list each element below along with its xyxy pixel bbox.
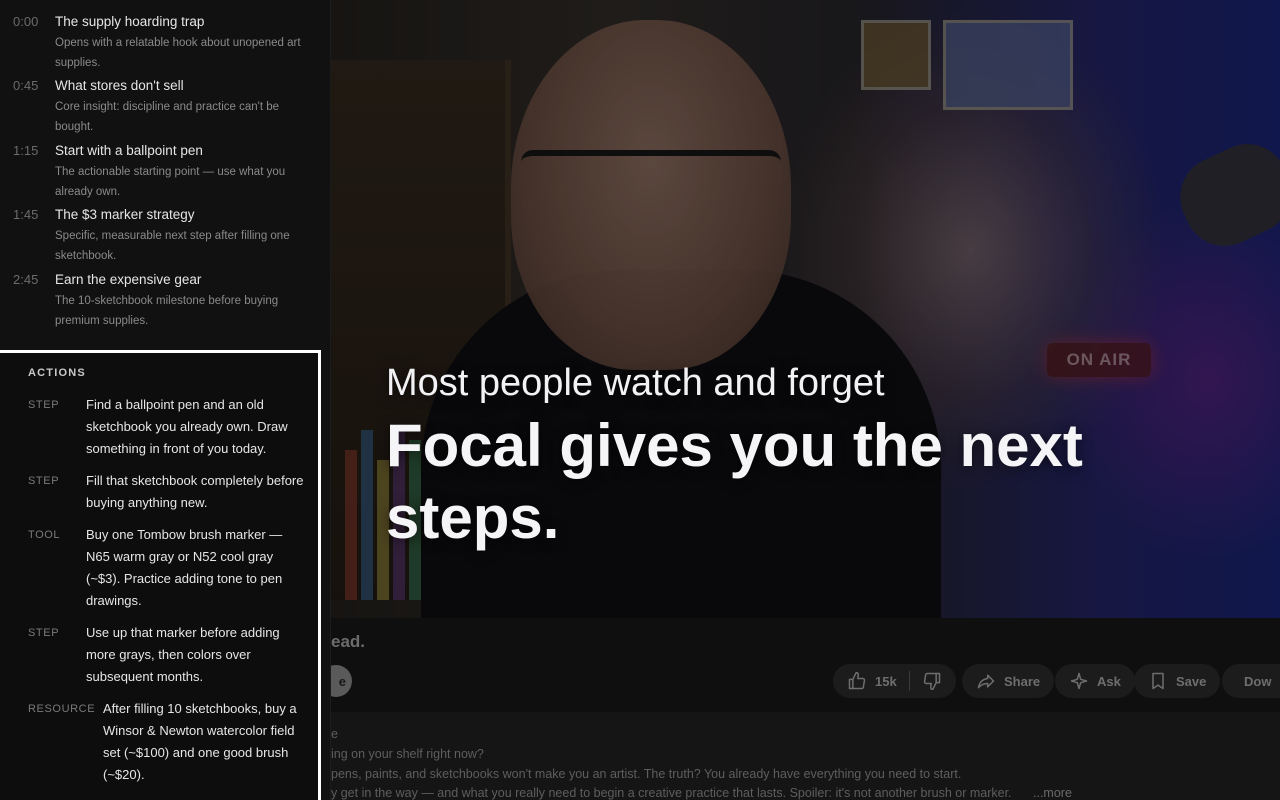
chapter-description: Specific, measurable next step after fil… bbox=[55, 230, 290, 262]
thumbs-up-icon[interactable] bbox=[847, 671, 867, 691]
thumbs-down-icon[interactable] bbox=[922, 671, 942, 691]
sidebar: 0:00 The supply hoarding trap Opens with… bbox=[0, 0, 331, 800]
chapter-description: The 10-sketchbook milestone before buyin… bbox=[55, 295, 279, 327]
chapter-title[interactable]: Earn the expensive gear bbox=[55, 272, 201, 287]
action-item-text[interactable]: Use up that marker before adding more gr… bbox=[86, 622, 306, 688]
description-line: e bbox=[331, 727, 338, 741]
video-title: ead. bbox=[331, 632, 366, 651]
action-type-label: RESOURCE bbox=[28, 703, 96, 715]
action-item-text[interactable]: Find a ballpoint pen and an old sketchbo… bbox=[86, 394, 306, 460]
description-line: y get in the way — and what you really n… bbox=[331, 786, 1012, 800]
pill-divider bbox=[908, 671, 910, 691]
description-more-link[interactable]: ...more bbox=[1033, 783, 1072, 800]
video-description[interactable]: e ing on your shelf right now? pens, pai… bbox=[331, 712, 1280, 800]
chapter-title[interactable]: What stores don't sell bbox=[55, 78, 184, 93]
chapter-title[interactable]: Start with a ballpoint pen bbox=[55, 143, 203, 158]
description-line: ing on your shelf right now? bbox=[331, 747, 484, 761]
save-label: Save bbox=[1176, 673, 1207, 689]
download-label: Dow bbox=[1244, 673, 1272, 689]
chapter-description: Core insight: discipline and practice ca… bbox=[55, 101, 280, 133]
sparkle-icon bbox=[1070, 672, 1088, 690]
action-type-label: TOOL bbox=[28, 529, 61, 541]
hero-heading: Focal gives you the next steps. bbox=[386, 412, 1083, 551]
share-button[interactable]: Share bbox=[962, 664, 1055, 698]
ask-label: Ask bbox=[1097, 673, 1121, 689]
chapter-timestamp[interactable]: 2:45 bbox=[13, 272, 38, 287]
actions-heading: ACTIONS bbox=[28, 367, 86, 379]
action-type-label: STEP bbox=[28, 627, 60, 639]
ask-button[interactable]: Ask bbox=[1055, 664, 1135, 698]
chapter-timestamp[interactable]: 1:45 bbox=[13, 207, 38, 222]
hero-overlay: Most people watch and forget Focal gives… bbox=[386, 360, 1106, 554]
hero-subheading: Most people watch and forget bbox=[386, 362, 885, 404]
chapter-timestamp[interactable]: 0:45 bbox=[13, 78, 38, 93]
app: ON AIR ead. e 15k Share Ask Save Dow e i… bbox=[0, 0, 1280, 800]
chapter-timestamp[interactable]: 0:00 bbox=[13, 14, 38, 29]
share-icon bbox=[977, 674, 995, 689]
actions-panel: ACTIONS STEP Find a ballpoint pen and an… bbox=[0, 350, 321, 800]
action-item-text[interactable]: After filling 10 sketchbooks, buy a Wins… bbox=[103, 698, 303, 786]
save-button[interactable]: Save bbox=[1134, 664, 1221, 698]
chapter-title[interactable]: The supply hoarding trap bbox=[55, 14, 204, 29]
description-line: pens, paints, and sketchbooks won't make… bbox=[331, 767, 962, 781]
bookmark-icon bbox=[1152, 672, 1164, 690]
like-count[interactable]: 15k bbox=[875, 674, 897, 689]
chapter-title[interactable]: The $3 marker strategy bbox=[55, 207, 195, 222]
chapter-description: Opens with a relatable hook about unopen… bbox=[55, 37, 301, 69]
action-item-text[interactable]: Fill that sketchbook completely before b… bbox=[86, 470, 306, 514]
chapter-description: The actionable starting point — use what… bbox=[55, 166, 286, 198]
share-label: Share bbox=[1004, 673, 1041, 689]
action-item-text[interactable]: Buy one Tombow brush marker — N65 warm g… bbox=[86, 524, 306, 612]
chapter-timestamp[interactable]: 1:15 bbox=[13, 143, 38, 158]
like-dislike-group: 15k bbox=[833, 664, 956, 698]
download-button[interactable]: Dow bbox=[1222, 664, 1280, 698]
action-type-label: STEP bbox=[28, 399, 60, 411]
action-type-label: STEP bbox=[28, 475, 60, 487]
